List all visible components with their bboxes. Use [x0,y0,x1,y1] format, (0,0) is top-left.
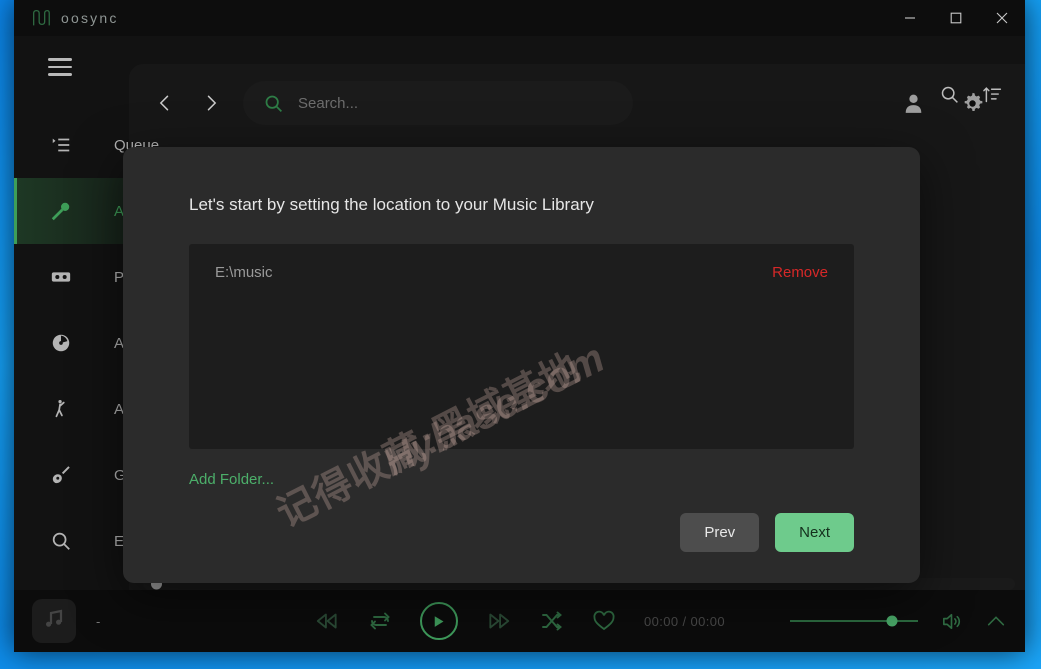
application-window: oosync Queue Search... Let's start by se… [14,0,1025,652]
heart-icon[interactable] [592,609,616,633]
folder-list: E:\music Remove [189,244,854,449]
play-button[interactable] [419,602,458,640]
time-display: 00:00 / 00:00 [643,613,726,629]
chevron-up-icon[interactable] [985,610,1007,632]
volume-slider[interactable] [790,614,918,628]
minimize-button[interactable] [887,0,933,36]
title-bar: oosync [14,0,1025,36]
next-button[interactable]: Next [775,513,854,552]
volume-track [790,620,918,622]
guitar-icon [48,462,74,488]
cassette-icon [48,264,74,290]
top-nav-actions [901,91,1003,116]
app-title: oosync [61,10,119,26]
maximize-button[interactable] [933,0,979,36]
sidebar-item-podcasts[interactable]: Podcasts [14,244,176,310]
search-input[interactable] [298,94,613,112]
sidebar: Queue Artists [14,36,176,590]
window-controls [887,0,1025,36]
chevron-right-icon[interactable] [197,89,225,117]
search-icon [48,528,74,554]
add-folder-button[interactable]: Add Folder... [189,471,274,488]
dialog-heading: Let's start by setting the location to y… [189,195,594,214]
search-box[interactable] [243,81,633,125]
next-button[interactable] [486,608,512,634]
sidebar-item-artists[interactable]: Artists [14,178,156,244]
sidebar-item-queue[interactable]: Queue [14,112,159,178]
sidebar-item-artists-2[interactable]: Artists [14,376,156,442]
window-body: Queue Artists [14,36,1025,590]
player-right-controls [790,610,1007,633]
volume-thumb[interactable] [886,615,898,627]
search-icon [263,93,284,114]
hamburger-icon[interactable] [48,58,72,76]
album-art [32,599,76,643]
m-logo-icon [30,7,52,29]
sidebar-item-explore[interactable]: Explore [14,508,165,574]
speaker-icon[interactable] [940,610,963,633]
sidebar-item-genres[interactable]: Genres [14,442,163,508]
music-note-icon [42,607,66,636]
dialog-buttons: Prev Next [189,513,854,552]
prev-button[interactable]: Prev [680,513,760,552]
brand: oosync [14,7,119,29]
track-title: - [96,613,101,629]
disc-icon [48,330,74,356]
player-bar: - 00:00 / 00:00 [14,590,1025,652]
person-icon[interactable] [901,91,926,116]
previous-button[interactable] [314,608,340,634]
gear-icon[interactable] [960,91,985,116]
chevron-left-icon[interactable] [151,89,179,117]
sidebar-item-albums[interactable]: Albums [14,310,164,376]
shuffle-button[interactable] [540,609,564,633]
dancer-icon [48,396,74,422]
close-button[interactable] [979,0,1025,36]
folder-row[interactable]: E:\music Remove [215,264,828,281]
microphone-icon [48,198,74,224]
remove-folder-button[interactable]: Remove [772,264,828,281]
repeat-button[interactable] [368,609,392,633]
setup-dialog: Let's start by setting the location to y… [123,147,920,583]
sidebar-header [14,36,129,98]
folder-path: E:\music [215,264,273,281]
queue-list-icon [48,132,74,158]
sidebar-nav: Queue Artists [14,98,176,574]
top-navigation [129,72,1025,134]
